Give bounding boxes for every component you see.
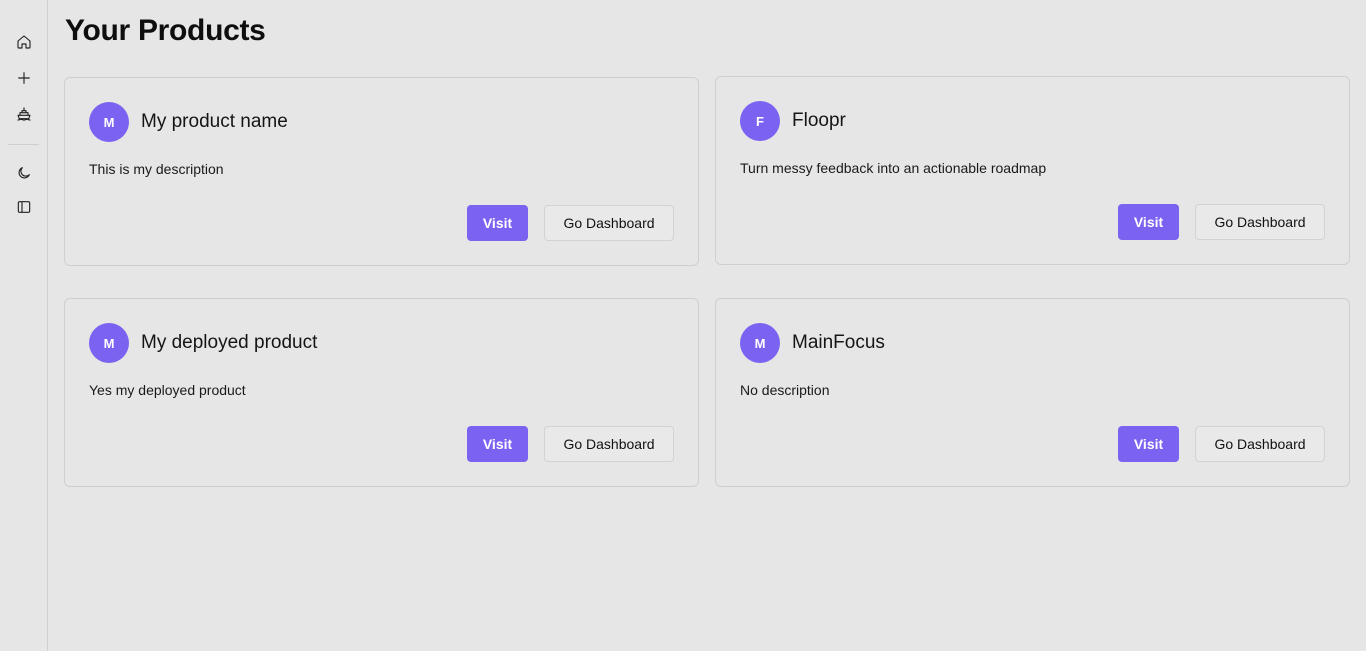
go-dashboard-button[interactable]: Go Dashboard (1195, 204, 1325, 240)
deploy-button[interactable] (12, 104, 36, 128)
home-button[interactable] (12, 32, 36, 56)
go-dashboard-button[interactable]: Go Dashboard (544, 426, 674, 462)
visit-button[interactable]: Visit (1118, 426, 1179, 462)
product-card: M MainFocus No description Visit Go Dash… (715, 298, 1350, 487)
moon-icon (16, 165, 32, 186)
home-icon (16, 34, 32, 55)
visit-button[interactable]: Visit (467, 205, 528, 241)
product-avatar: M (740, 323, 780, 363)
plus-icon (16, 70, 32, 91)
product-description: Turn messy feedback into an actionable r… (740, 160, 1047, 176)
product-card: M My product name This is my description… (64, 77, 699, 266)
page-title: Your Products (65, 14, 266, 47)
product-description: This is my description (89, 161, 224, 177)
product-name: My product name (141, 111, 288, 132)
theme-toggle-button[interactable] (12, 163, 36, 187)
sidebar-divider (8, 144, 39, 145)
ship-icon (16, 106, 32, 127)
product-avatar: F (740, 101, 780, 141)
product-avatar: M (89, 102, 129, 142)
product-card: M My deployed product Yes my deployed pr… (64, 298, 699, 487)
sidebar-toggle-icon (16, 199, 32, 220)
product-description: No description (740, 382, 830, 398)
add-product-button[interactable] (12, 68, 36, 92)
product-description: Yes my deployed product (89, 382, 246, 398)
product-name: MainFocus (792, 332, 885, 353)
visit-button[interactable]: Visit (1118, 204, 1179, 240)
product-card: F Floopr Turn messy feedback into an act… (715, 76, 1350, 265)
go-dashboard-button[interactable]: Go Dashboard (544, 205, 674, 241)
go-dashboard-button[interactable]: Go Dashboard (1195, 426, 1325, 462)
main-content: Your Products M My product name This is … (48, 0, 1366, 651)
sidebar-toggle-button[interactable] (12, 197, 36, 221)
visit-button[interactable]: Visit (467, 426, 528, 462)
product-name: My deployed product (141, 332, 318, 353)
sidebar (0, 0, 48, 651)
product-name: Floopr (792, 110, 846, 131)
product-avatar: M (89, 323, 129, 363)
